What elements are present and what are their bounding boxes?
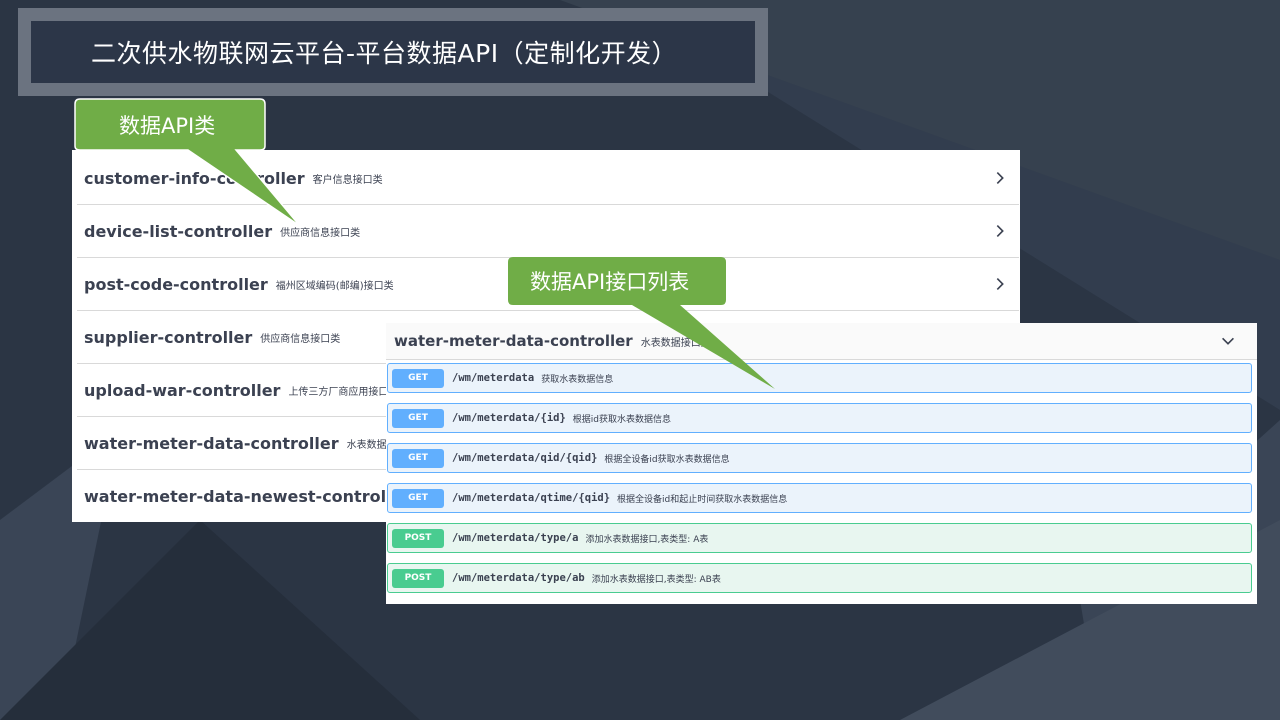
operation-get-meterdata-qid[interactable]: GET /wm/meterdata/qid/{qid} 根据全设备id获取水表数… — [387, 443, 1252, 473]
controller-name: supplier-controller — [84, 327, 253, 347]
controller-name: device-list-controller — [84, 221, 273, 241]
controller-name: water-meter-data-controller — [84, 433, 339, 453]
controller-name: post-code-controller — [84, 274, 268, 294]
operation-summary: 根据全设备id获取水表数据信息 — [604, 454, 730, 465]
expanded-controller-panel: water-meter-data-controller 水表数据接口类 GET … — [386, 323, 1257, 604]
controller-name: water-meter-data-controller — [394, 332, 633, 350]
chevron-right-icon[interactable] — [991, 169, 1009, 187]
controller-desc: 客户信息接口类 — [312, 174, 383, 186]
chevron-down-icon[interactable] — [1219, 332, 1237, 350]
method-badge: POST — [392, 568, 444, 588]
chevron-right-icon[interactable] — [991, 222, 1009, 240]
controller-desc: 供应商信息接口类 — [280, 227, 361, 239]
method-badge: GET — [392, 408, 444, 428]
controller-desc: 福州区域编码(邮编)接口类 — [275, 280, 394, 292]
controller-row-device-list[interactable]: device-list-controller 供应商信息接口类 — [77, 205, 1019, 258]
operation-post-type-ab[interactable]: POST /wm/meterdata/type/ab 添加水表数据接口,表类型:… — [387, 563, 1252, 593]
operation-summary: 获取水表数据信息 — [541, 374, 614, 385]
controller-row-customer-info[interactable]: customer-info-controller 客户信息接口类 — [77, 152, 1019, 205]
expanded-controller-header[interactable]: water-meter-data-controller 水表数据接口类 — [386, 323, 1257, 360]
operation-get-meterdata-qtime[interactable]: GET /wm/meterdata/qtime/{qid} 根据全设备id和起止… — [387, 483, 1252, 513]
operation-path: /wm/meterdata — [452, 372, 535, 384]
method-badge: POST — [392, 528, 444, 548]
controller-desc: 上传三方厂商应用接口 — [288, 386, 389, 398]
controller-desc: 水表数据接口类 — [640, 337, 711, 349]
controller-name: customer-info-controller — [84, 168, 305, 188]
method-badge: GET — [392, 368, 444, 388]
chevron-right-icon[interactable] — [991, 275, 1009, 293]
controller-name: water-meter-data-newest-controller — [84, 487, 411, 506]
callout-left-label: 数据API类 — [119, 114, 216, 138]
controller-desc: 供应商信息接口类 — [260, 333, 341, 345]
operation-path: /wm/meterdata/type/ab — [452, 572, 585, 584]
operation-path: /wm/meterdata/type/a — [452, 532, 579, 544]
operation-summary: 根据全设备id和起止时间获取水表数据信息 — [617, 494, 788, 505]
method-badge: GET — [392, 488, 444, 508]
callout-right-label: 数据API接口列表 — [530, 270, 690, 294]
page-title: 二次供水物联网云平台-平台数据API（定制化开发） — [91, 39, 678, 68]
operation-path: /wm/meterdata/{id} — [452, 412, 566, 424]
operation-path: /wm/meterdata/qtime/{qid} — [452, 492, 611, 504]
operation-summary: 根据id获取水表数据信息 — [572, 414, 672, 425]
operation-get-meterdata[interactable]: GET /wm/meterdata 获取水表数据信息 — [387, 363, 1252, 393]
operation-path: /wm/meterdata/qid/{qid} — [452, 452, 598, 464]
operation-summary: 添加水表数据接口,表类型: A表 — [585, 534, 709, 545]
operation-get-meterdata-id[interactable]: GET /wm/meterdata/{id} 根据id获取水表数据信息 — [387, 403, 1252, 433]
method-badge: GET — [392, 448, 444, 468]
operation-post-type-a[interactable]: POST /wm/meterdata/type/a 添加水表数据接口,表类型: … — [387, 523, 1252, 553]
controller-name: upload-war-controller — [84, 380, 281, 400]
operation-summary: 添加水表数据接口,表类型: AB表 — [591, 574, 721, 585]
title-bar: 二次供水物联网云平台-平台数据API（定制化开发） — [31, 21, 755, 83]
